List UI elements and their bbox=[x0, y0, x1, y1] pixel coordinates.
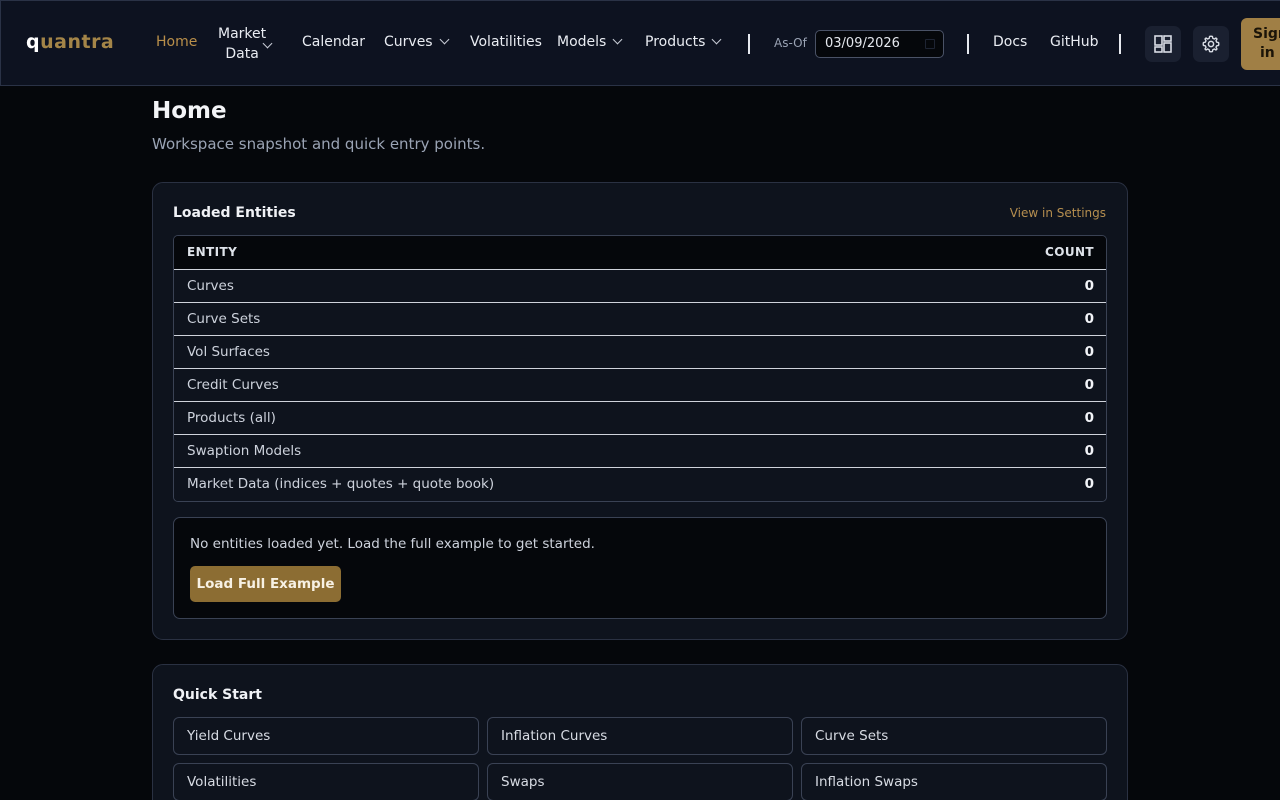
nav-market-data-label-2: Data bbox=[225, 46, 259, 62]
nav-volatilities[interactable]: Volatilities bbox=[470, 34, 542, 50]
nav-divider bbox=[748, 34, 750, 54]
column-header-count: COUNT bbox=[1045, 245, 1094, 259]
nav-divider bbox=[967, 34, 969, 54]
quick-start-curve-sets[interactable]: Curve Sets bbox=[801, 717, 1107, 755]
nav-curves[interactable]: Curves bbox=[384, 34, 450, 50]
nav-home[interactable]: Home bbox=[156, 34, 197, 50]
asof-label: As-Of bbox=[774, 36, 807, 50]
entity-name: Swaption Models bbox=[187, 443, 302, 459]
table-header: ENTITY COUNT bbox=[174, 236, 1106, 270]
card-title: Loaded Entities bbox=[173, 205, 296, 221]
column-header-entity: ENTITY bbox=[187, 245, 238, 259]
gear-icon bbox=[1202, 35, 1220, 53]
table-row: Credit Curves 0 bbox=[174, 369, 1106, 402]
sign-in-button[interactable]: Sign in bbox=[1241, 18, 1280, 70]
empty-state-panel: No entities loaded yet. Load the full ex… bbox=[173, 517, 1107, 619]
card-title: Quick Start bbox=[173, 687, 262, 703]
view-in-settings-link[interactable]: View in Settings bbox=[1010, 206, 1106, 220]
settings-button[interactable] bbox=[1193, 26, 1229, 62]
sign-in-label-1: Sign bbox=[1253, 26, 1280, 42]
entity-count: 0 bbox=[1084, 476, 1094, 492]
nav-products[interactable]: Products bbox=[645, 34, 722, 50]
nav-curves-label: Curves bbox=[384, 34, 433, 50]
nav-market-data-label-1: Market bbox=[218, 26, 267, 42]
empty-state-message: No entities loaded yet. Load the full ex… bbox=[190, 536, 595, 552]
load-full-example-button[interactable]: Load Full Example bbox=[190, 566, 341, 602]
table-row: Swaption Models 0 bbox=[174, 435, 1106, 468]
quick-start-volatilities[interactable]: Volatilities bbox=[173, 763, 479, 800]
nav-market-data[interactable]: Market Data bbox=[218, 24, 266, 64]
nav-products-label: Products bbox=[645, 34, 706, 50]
quick-start-swaps[interactable]: Swaps bbox=[487, 763, 793, 800]
chevron-down-icon bbox=[439, 34, 450, 45]
layout-button[interactable] bbox=[1145, 26, 1181, 62]
chevron-down-icon bbox=[712, 34, 722, 45]
page-subtitle: Workspace snapshot and quick entry point… bbox=[152, 135, 486, 153]
logo-first-letter: q bbox=[26, 31, 41, 53]
chevron-down-icon bbox=[612, 34, 623, 45]
entity-count: 0 bbox=[1084, 377, 1094, 393]
page-title: Home bbox=[152, 98, 227, 124]
entity-count: 0 bbox=[1084, 278, 1094, 294]
brand-logo[interactable]: quantra bbox=[26, 31, 114, 53]
nav-divider bbox=[1119, 34, 1121, 54]
entity-name: Products (all) bbox=[187, 410, 276, 426]
entity-count: 0 bbox=[1084, 344, 1094, 360]
entity-name: Curves bbox=[187, 278, 234, 294]
entity-count: 0 bbox=[1084, 410, 1094, 426]
quick-start-inflation-swaps[interactable]: Inflation Swaps bbox=[801, 763, 1107, 800]
table-row: Vol Surfaces 0 bbox=[174, 336, 1106, 369]
entity-name: Credit Curves bbox=[187, 377, 279, 393]
calendar-icon[interactable] bbox=[925, 39, 935, 49]
quick-start-card: Quick Start Yield Curves Inflation Curve… bbox=[152, 664, 1128, 800]
entity-name: Vol Surfaces bbox=[187, 344, 270, 360]
entity-name: Curve Sets bbox=[187, 311, 261, 327]
sign-in-label-2: in bbox=[1260, 45, 1275, 61]
nav-docs[interactable]: Docs bbox=[993, 34, 1027, 50]
entity-name: Market Data (indices + quotes + quote bo… bbox=[187, 476, 495, 492]
entity-count: 0 bbox=[1084, 443, 1094, 459]
asof-date-input[interactable]: 03/09/2026 bbox=[815, 30, 944, 58]
table-row: Products (all) 0 bbox=[174, 402, 1106, 435]
table-row: Curve Sets 0 bbox=[174, 303, 1106, 336]
entities-table: ENTITY COUNT Curves 0 Curve Sets 0 Vol S… bbox=[173, 235, 1107, 502]
nav-github[interactable]: GitHub bbox=[1050, 34, 1099, 50]
quick-start-inflation-curves[interactable]: Inflation Curves bbox=[487, 717, 793, 755]
table-row: Curves 0 bbox=[174, 270, 1106, 303]
nav-models[interactable]: Models bbox=[557, 34, 623, 50]
loaded-entities-card: Loaded Entities View in Settings ENTITY … bbox=[152, 182, 1128, 640]
logo-rest: uantra bbox=[40, 31, 115, 53]
top-navbar: quantra Home Market Data Calendar Curves… bbox=[0, 0, 1280, 86]
asof-date-value: 03/09/2026 bbox=[825, 36, 900, 51]
nav-models-label: Models bbox=[557, 34, 607, 50]
table-row: Market Data (indices + quotes + quote bo… bbox=[174, 468, 1106, 501]
nav-calendar[interactable]: Calendar bbox=[302, 34, 365, 50]
layout-grid-icon bbox=[1154, 35, 1172, 53]
quick-start-yield-curves[interactable]: Yield Curves bbox=[173, 717, 479, 755]
entity-count: 0 bbox=[1084, 311, 1094, 327]
